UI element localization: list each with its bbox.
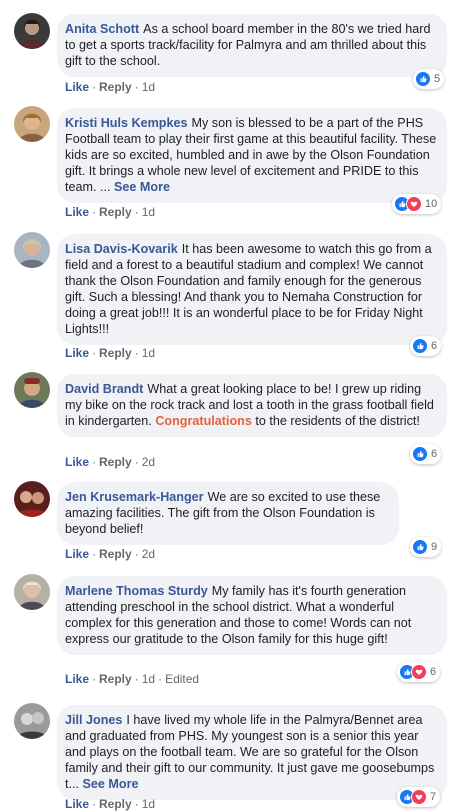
avatar[interactable] [14, 703, 50, 739]
like-button[interactable]: Like [65, 80, 89, 94]
reaction-count: 6 [430, 666, 437, 678]
avatar[interactable] [14, 232, 50, 268]
comment-author[interactable]: Jen Krusemark-Hanger [65, 490, 204, 504]
like-button[interactable]: Like [65, 205, 89, 219]
comment-actions: Like · Reply · 2d [65, 455, 156, 469]
reaction-summary[interactable]: 10 [392, 194, 442, 214]
reaction-count: 5 [434, 73, 441, 85]
comment-author[interactable]: David Brandt [65, 382, 143, 396]
reply-button[interactable]: Reply [99, 455, 132, 469]
highlight-tag[interactable]: Congratulations [155, 414, 252, 428]
timestamp[interactable]: 1d [142, 672, 155, 686]
reaction-summary[interactable]: 9 [410, 537, 442, 557]
like-button[interactable]: Like [65, 797, 89, 811]
avatar[interactable] [14, 574, 50, 610]
reaction-count: 10 [425, 198, 438, 210]
avatar[interactable] [14, 481, 50, 517]
thumbs-up-icon [412, 338, 428, 354]
avatar[interactable] [14, 106, 50, 142]
reaction-count: 9 [431, 541, 438, 553]
avatar[interactable] [14, 372, 50, 408]
thumbs-up-icon [412, 446, 428, 462]
heart-icon [411, 789, 427, 805]
comment-bubble: Kristi Huls Kempkes My son is blessed to … [57, 108, 447, 203]
timestamp[interactable]: 1d [142, 797, 155, 811]
timestamp[interactable]: 2d [142, 547, 155, 561]
comment-author[interactable]: Kristi Huls Kempkes [65, 116, 187, 130]
thumbs-up-icon [415, 71, 431, 87]
timestamp[interactable]: 2d [142, 455, 155, 469]
heart-icon [406, 196, 422, 212]
reply-button[interactable]: Reply [99, 346, 132, 360]
like-button[interactable]: Like [65, 455, 89, 469]
comment-bubble: David Brandt What a great looking place t… [57, 374, 447, 437]
reaction-summary[interactable]: 6 [410, 336, 442, 356]
heart-icon [411, 664, 427, 680]
avatar[interactable] [14, 13, 50, 49]
reply-button[interactable]: Reply [99, 672, 132, 686]
edited-label[interactable]: Edited [165, 672, 199, 686]
comment-bubble: Lisa Davis-Kovarik It has been awesome to… [57, 234, 447, 345]
reply-button[interactable]: Reply [99, 547, 132, 561]
timestamp[interactable]: 1d [142, 80, 155, 94]
reply-button[interactable]: Reply [99, 205, 132, 219]
comment-actions: Like · Reply · 1d [65, 797, 156, 811]
reaction-count: 6 [431, 340, 438, 352]
comment-actions: Like · Reply · 1d [65, 205, 156, 219]
reply-button[interactable]: Reply [99, 797, 132, 811]
comment-actions: Like · Reply · 1d [65, 80, 156, 94]
reaction-summary[interactable]: 7 [397, 787, 441, 807]
comment-bubble: Anita Schott As a school board member in … [57, 14, 447, 77]
comment-text: It has been awesome to watch this go fro… [65, 242, 432, 336]
reply-button[interactable]: Reply [99, 80, 132, 94]
like-button[interactable]: Like [65, 346, 89, 360]
comment-actions: Like · Reply · 1d · Edited [65, 672, 200, 686]
comment-author[interactable]: Anita Schott [65, 22, 139, 36]
comment-bubble: Jen Krusemark-Hanger We are so excited to… [57, 482, 399, 545]
comment-bubble: Marlene Thomas Sturdy My family has it's … [57, 576, 447, 655]
comment-actions: Like · Reply · 2d [65, 547, 156, 561]
like-button[interactable]: Like [65, 547, 89, 561]
comment-author[interactable]: Marlene Thomas Sturdy [65, 584, 208, 598]
comment-author[interactable]: Jill Jones [65, 713, 122, 727]
timestamp[interactable]: 1d [142, 346, 155, 360]
comment-actions: Like · Reply · 1d [65, 346, 156, 360]
reaction-summary[interactable]: 6 [410, 444, 442, 464]
thumbs-up-icon [412, 539, 428, 555]
timestamp[interactable]: 1d [142, 205, 155, 219]
like-button[interactable]: Like [65, 672, 89, 686]
comment-bubble: Jill Jones I have lived my whole life in … [57, 705, 447, 800]
reaction-summary[interactable]: 6 [397, 662, 441, 682]
see-more-link[interactable]: See More [83, 777, 139, 791]
comment-text: to the residents of the district! [255, 414, 420, 428]
reaction-count: 7 [430, 791, 437, 803]
reaction-count: 6 [431, 448, 438, 460]
see-more-link[interactable]: See More [114, 180, 170, 194]
reaction-summary[interactable]: 5 [413, 69, 445, 89]
comment-author[interactable]: Lisa Davis-Kovarik [65, 242, 178, 256]
